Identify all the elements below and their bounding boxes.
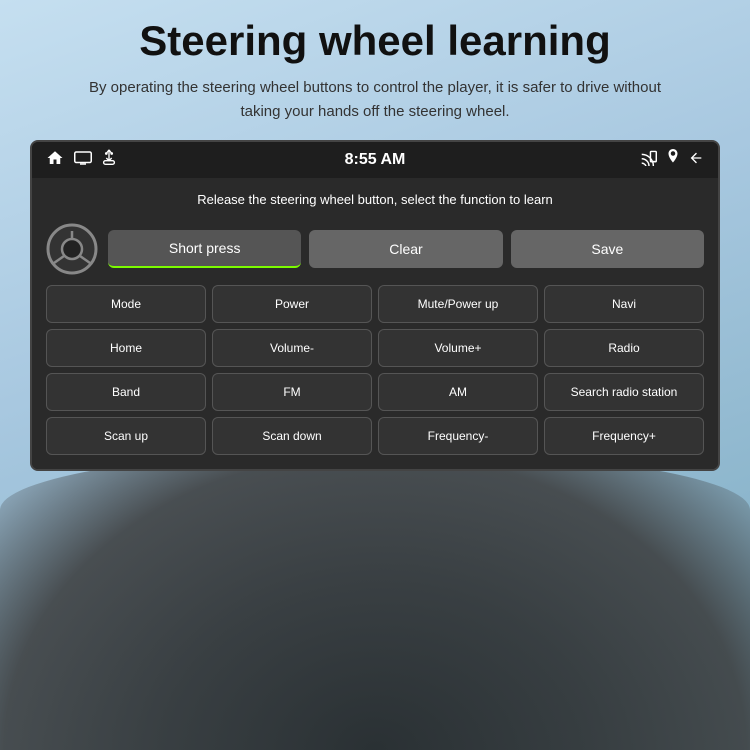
function-button-frequency-[interactable]: Frequency-	[378, 417, 538, 455]
main-panel: Release the steering wheel button, selec…	[32, 178, 718, 469]
home-icon	[46, 149, 64, 172]
screen-icon	[74, 151, 92, 170]
page-title: Steering wheel learning	[139, 18, 610, 64]
function-button-volume-[interactable]: Volume-	[212, 329, 372, 367]
short-press-button[interactable]: Short press	[108, 230, 301, 268]
action-buttons-group: Short press Clear Save	[108, 230, 704, 268]
steering-wheel-icon	[46, 223, 98, 275]
function-button-am[interactable]: AM	[378, 373, 538, 411]
steering-wheel-bg	[0, 450, 750, 750]
function-button-mute-power-up[interactable]: Mute/Power up	[378, 285, 538, 323]
function-button-search-radio-station[interactable]: Search radio station	[544, 373, 704, 411]
function-button-fm[interactable]: FM	[212, 373, 372, 411]
usb-icon	[102, 149, 116, 172]
function-button-volume-[interactable]: Volume+	[378, 329, 538, 367]
clear-button[interactable]: Clear	[309, 230, 502, 268]
status-icons-left	[46, 149, 116, 172]
function-button-scan-down[interactable]: Scan down	[212, 417, 372, 455]
page-content: Steering wheel learning By operating the…	[0, 0, 750, 471]
status-bar: 8:55 AM	[32, 142, 718, 178]
function-button-mode[interactable]: Mode	[46, 285, 206, 323]
cast-icon	[640, 150, 658, 171]
instruction-text: Release the steering wheel button, selec…	[46, 188, 704, 211]
function-button-scan-up[interactable]: Scan up	[46, 417, 206, 455]
function-grid: ModePowerMute/Power upNavi HomeVolume-Vol…	[46, 285, 704, 455]
function-button-power[interactable]: Power	[212, 285, 372, 323]
back-icon[interactable]	[688, 150, 704, 171]
action-row: Short press Clear Save	[46, 223, 704, 275]
status-time: 8:55 AM	[345, 151, 406, 169]
status-icons-right	[640, 149, 704, 172]
device-screen: 8:55 AM	[30, 140, 720, 471]
function-button-navi[interactable]: Navi	[544, 285, 704, 323]
page-subtitle: By operating the steering wheel buttons …	[85, 76, 665, 124]
location-icon	[666, 149, 680, 172]
function-button-frequency-[interactable]: Frequency+	[544, 417, 704, 455]
function-button-radio[interactable]: Radio	[544, 329, 704, 367]
function-button-home[interactable]: Home	[46, 329, 206, 367]
save-button[interactable]: Save	[511, 230, 704, 268]
function-button-band[interactable]: Band	[46, 373, 206, 411]
